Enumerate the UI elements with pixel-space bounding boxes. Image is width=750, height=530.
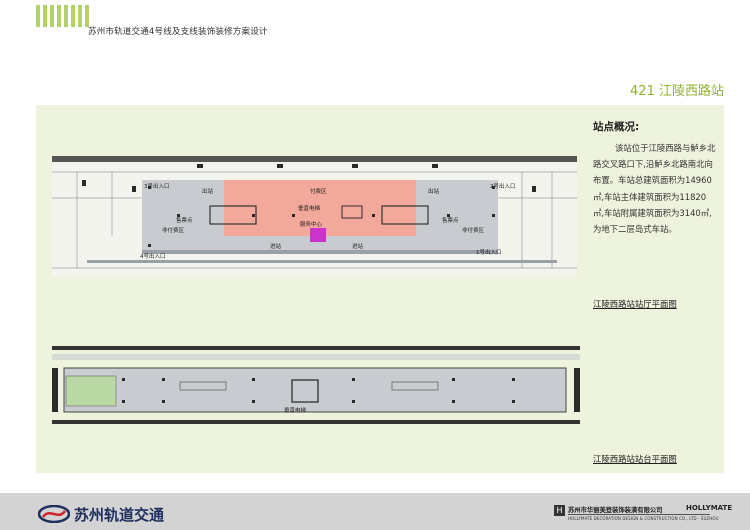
service-center bbox=[310, 228, 326, 242]
platform-label-elevator: 垂直电梯 bbox=[284, 406, 307, 414]
company-name-cn: 苏州市华丽美登装饰装潢有限公司 bbox=[568, 507, 663, 514]
metro-logo-text: 苏州轨道交通 bbox=[74, 506, 165, 524]
hall-label-paid: 付费区 bbox=[310, 187, 327, 195]
document-title: 苏州市轨道交通4号线及支线装饰装修方案设计 bbox=[88, 27, 268, 37]
station-hall-plan: 3号出入口 2号出入口 4号出入口 1号出入口 出站 出站 付费区 非付费区 非… bbox=[52, 156, 577, 276]
platform-floor bbox=[63, 367, 567, 413]
hall-label-exit2: 2号出入口 bbox=[490, 182, 516, 190]
hall-label-out-right: 出站 bbox=[428, 187, 440, 195]
hall-label-in-left: 进站 bbox=[270, 242, 282, 250]
hall-label-exit4: 4号出入口 bbox=[140, 252, 166, 260]
station-platform-plan: 垂直电梯 bbox=[52, 328, 580, 435]
hall-plan-caption: 江陵西路站站厅平面图 bbox=[593, 299, 677, 309]
company-divider bbox=[568, 514, 710, 515]
suzhou-metro-logo-icon bbox=[38, 505, 70, 523]
hall-label-unpaid-right: 非付费区 bbox=[462, 226, 485, 234]
hall-label-unpaid-left: 非付费区 bbox=[162, 226, 185, 234]
platform-plan-caption: 江陵西路站站台平面图 bbox=[593, 454, 677, 464]
station-heading: 421 江陵西路站 bbox=[630, 84, 724, 99]
hall-label-elevator: 垂直电梯 bbox=[298, 204, 321, 212]
hall-label-service: 服务中心 bbox=[300, 220, 323, 228]
header-decoration bbox=[36, 5, 89, 27]
hall-label-in-right: 进站 bbox=[352, 242, 364, 250]
hall-label-ticket-right: 售票点 bbox=[442, 216, 459, 224]
hall-label-exit3: 3号出入口 bbox=[144, 182, 170, 190]
hall-label-ticket-left: 售票点 bbox=[176, 216, 193, 224]
station-description: 该站位于江陵西路与鲈乡北路交叉路口下,沿鲈乡北路南北向布置。车站总建筑面积为14… bbox=[593, 143, 716, 235]
hall-label-exit1: 1号出入口 bbox=[476, 248, 502, 256]
company-brand: HOLLYMATE bbox=[686, 504, 733, 512]
section-title: 站点概况: bbox=[593, 121, 640, 133]
hall-label-out-left: 出站 bbox=[202, 187, 214, 195]
company-name-en: HOLLYMATE DECORATION DESIGN & CONSTRUCTI… bbox=[568, 516, 719, 521]
company-logo-icon: H bbox=[554, 505, 565, 516]
